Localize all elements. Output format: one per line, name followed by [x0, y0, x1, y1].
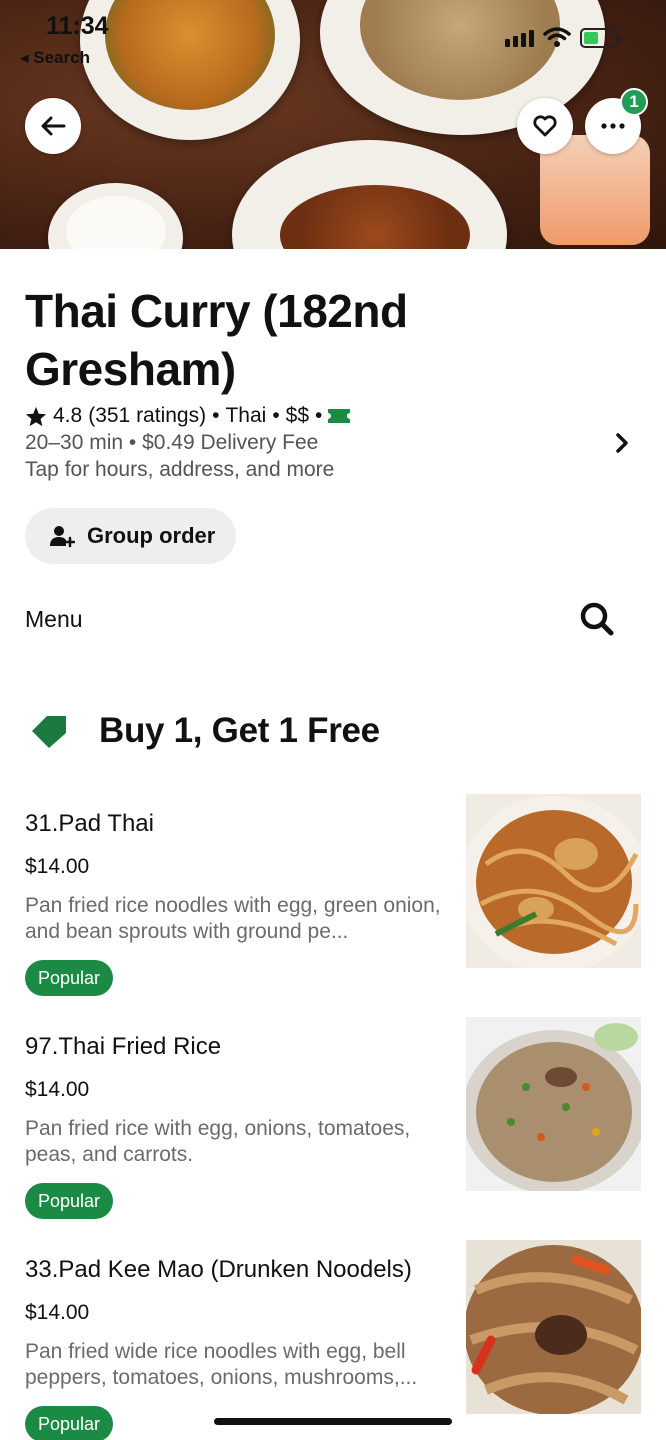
popular-badge: Popular: [25, 1406, 114, 1440]
ticket-icon: [328, 409, 351, 423]
promo-tag: [30, 712, 68, 750]
back-button[interactable]: [25, 98, 81, 154]
item-image: [466, 794, 641, 968]
restaurant-name: Thai Curry (182nd Gresham): [25, 285, 408, 395]
tag-icon: [32, 716, 66, 748]
item-description: Pan fried wide rice noodles with egg, be…: [25, 1340, 418, 1389]
separator-dot: •: [272, 404, 280, 427]
search-icon[interactable]: [578, 600, 616, 638]
group-order-button[interactable]: Group order: [25, 508, 236, 564]
hero-image: 11:34 ◂ Search: [0, 0, 666, 249]
heart-icon: [533, 115, 557, 137]
signal-icon: [505, 30, 534, 47]
ratings-count: (351 ratings): [88, 404, 207, 427]
menu-label: Menu: [25, 606, 83, 632]
separator-dot: •: [212, 404, 220, 427]
popular-badge: Popular: [25, 960, 114, 996]
item-description: Pan fried rice with egg, onions, tomatoe…: [25, 1117, 411, 1166]
info-hint[interactable]: Tap for hours, address, and more: [25, 458, 334, 482]
separator-dot: •: [315, 404, 323, 427]
separator-dot: •: [128, 431, 143, 454]
item-price: $14.00: [25, 1078, 90, 1101]
cart-count-badge: 1: [620, 88, 648, 116]
arrow-left-icon: [41, 116, 66, 136]
delivery-time: 20–30 min: [25, 431, 124, 454]
home-indicator[interactable]: [214, 1418, 452, 1425]
back-to-search[interactable]: ◂ Search: [20, 48, 90, 68]
promo-title: Buy 1, Get 1 Free: [99, 711, 380, 750]
menu-item[interactable]: 33.Pad Kee Mao (Drunken Noodels) $14.00 …: [0, 1240, 666, 1440]
item-name: 97.Thai Fried Rice: [25, 1033, 222, 1060]
popular-badge: Popular: [25, 1183, 114, 1219]
restaurant-summary[interactable]: 4.8 (351 ratings) • Thai • $$ •: [25, 404, 351, 428]
item-image: [466, 1240, 641, 1414]
star-icon: [25, 406, 47, 426]
item-image: [466, 1017, 641, 1191]
cuisine-label: Thai: [225, 404, 267, 427]
menu-item[interactable]: 97.Thai Fried Rice $14.00 Pan fried rice…: [0, 1017, 666, 1253]
status-time: 11:34: [46, 12, 109, 40]
rating-value: 4.8: [53, 404, 83, 427]
wifi-icon: [543, 27, 571, 47]
item-price: $14.00: [25, 1301, 90, 1324]
group-order-label: Group order: [87, 523, 216, 548]
delivery-fee: $0.49 Delivery Fee: [142, 431, 319, 454]
item-description: Pan fried rice noodles with egg, green o…: [25, 894, 441, 943]
item-price: $14.00: [25, 855, 90, 878]
menu-item[interactable]: 31.Pad Thai $14.00 Pan fried rice noodle…: [0, 794, 666, 1030]
price-range: $$: [285, 404, 310, 427]
item-name: 31.Pad Thai: [25, 810, 154, 837]
favorite-button[interactable]: [517, 98, 573, 154]
chevron-right-icon[interactable]: [613, 430, 631, 456]
ellipsis-icon: [601, 123, 625, 129]
delivery-info: 20–30 min • $0.49 Delivery Fee: [25, 431, 318, 455]
item-name: 33.Pad Kee Mao (Drunken Noodels): [25, 1256, 412, 1283]
add-person-icon: [50, 526, 75, 548]
battery-icon: [580, 28, 622, 48]
